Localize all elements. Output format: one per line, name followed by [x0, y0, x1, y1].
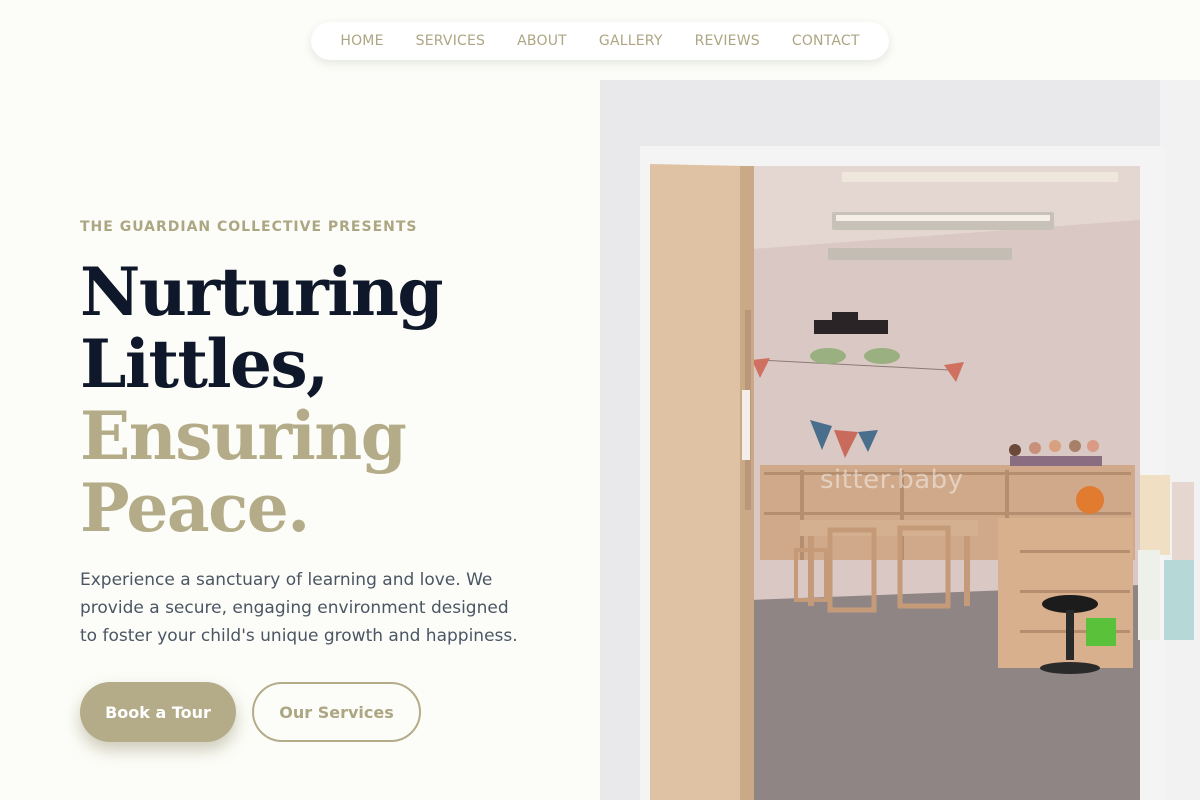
headline-line-4: Peace. [80, 469, 310, 547]
our-services-button[interactable]: Our Services [252, 682, 421, 742]
nav-about-link[interactable]: ABOUT [517, 33, 567, 49]
nav-gallery-link[interactable]: GALLERY [599, 33, 663, 49]
hero-classroom-image: sitter.baby [600, 80, 1200, 800]
main-nav: HOME SERVICES ABOUT GALLERY REVIEWS CONT… [311, 22, 889, 60]
hero-description: Experience a sanctuary of learning and l… [80, 570, 518, 646]
headline-line-2: Littles, [80, 325, 329, 403]
hero-eyebrow: THE GUARDIAN COLLECTIVE PRESENTS [80, 219, 418, 235]
headline-line-3: Ensuring [80, 397, 407, 475]
book-tour-button[interactable]: Book a Tour [80, 682, 236, 742]
nav-services-link[interactable]: SERVICES [416, 33, 486, 49]
hero-headline: Nurturing Littles, Ensuring Peace. [80, 256, 580, 544]
nav-contact-link[interactable]: CONTACT [792, 33, 860, 49]
headline-line-1: Nurturing [80, 253, 444, 331]
nav-home-link[interactable]: HOME [340, 33, 383, 49]
nav-reviews-link[interactable]: REVIEWS [695, 33, 760, 49]
classroom-illustration [600, 80, 1200, 800]
